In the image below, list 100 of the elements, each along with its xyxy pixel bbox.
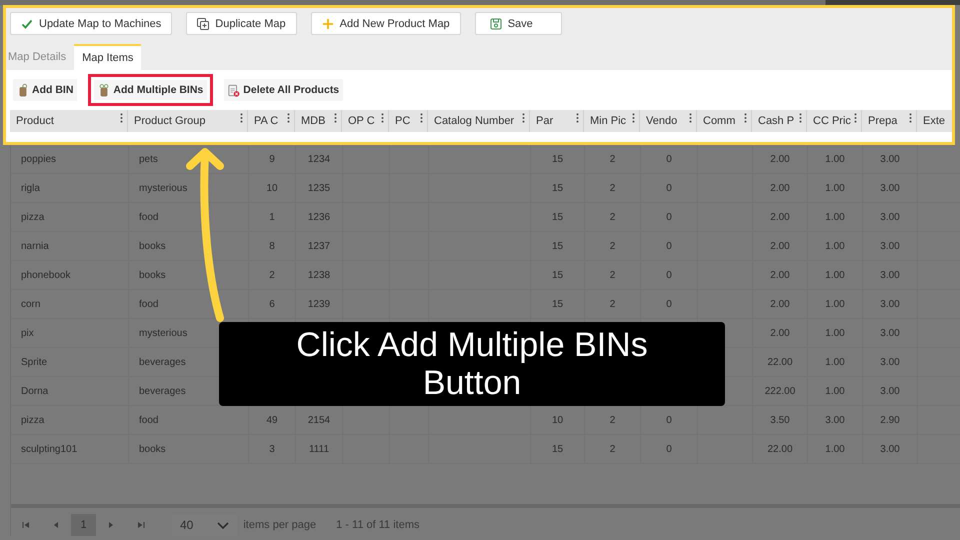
table-cell: food (139, 212, 158, 222)
table-cell: 10 (266, 182, 278, 194)
column-header[interactable]: PA C (254, 115, 278, 127)
column-header[interactable]: Product (16, 115, 54, 127)
plus-icon (322, 18, 334, 30)
table-cell: 2 (269, 270, 275, 280)
table-cell: 222.00 (764, 386, 796, 396)
grid-toolbar-button[interactable]: Delete All Products (224, 79, 344, 101)
table-cell: 2 (610, 270, 616, 280)
table-cell: pizza (21, 414, 44, 426)
toolbar-button[interactable]: Save (474, 12, 562, 35)
column-header[interactable]: PC (395, 115, 410, 127)
chevron-down-icon (217, 522, 230, 528)
table-cell: 15 (552, 154, 564, 164)
column-header[interactable]: Product Group (134, 115, 206, 127)
table-cell: 10 (552, 414, 564, 426)
column-header[interactable]: Cash P (758, 115, 794, 127)
table-cell: 3.00 (880, 270, 900, 280)
table-cell: 15 (552, 444, 564, 454)
table-cell: 15 (552, 182, 564, 194)
save-icon (490, 18, 502, 30)
table-cell: books (139, 240, 166, 252)
kebab-menu-icon[interactable] (799, 113, 802, 123)
table-cell: narnia (21, 240, 49, 252)
grid-toolbar-button[interactable]: Add BIN (13, 79, 78, 101)
table-cell: 1.00 (825, 240, 845, 252)
table-cell: 2 (610, 444, 616, 454)
table-cell: 2 (610, 154, 616, 164)
table-cell: 8 (269, 240, 275, 252)
kebab-menu-icon[interactable] (576, 113, 579, 123)
toolbar-button[interactable]: Update Map to Machines (10, 12, 172, 35)
clipboard-delete-icon (228, 82, 240, 98)
table-cell: 1.00 (825, 182, 845, 194)
table-cell: 1.00 (825, 154, 845, 164)
table-cell: 1.00 (825, 444, 845, 454)
table-cell: 2.00 (770, 154, 790, 164)
toolbar-button[interactable]: Add New Product Map (310, 12, 461, 35)
table-cell: 2154 (308, 414, 330, 426)
kebab-menu-icon[interactable] (522, 113, 525, 123)
column-header[interactable]: Catalog Number (434, 115, 514, 127)
table-cell: 1 (269, 212, 275, 222)
table-cell: 3.00 (880, 154, 900, 164)
bag-icon (17, 82, 29, 98)
kebab-menu-icon[interactable] (420, 113, 423, 123)
table-cell: 2.00 (770, 212, 790, 222)
column-header[interactable]: CC Pric (813, 115, 851, 127)
table-cell: 3 (269, 444, 275, 454)
last-page-icon[interactable] (137, 521, 145, 529)
table-cell: 3.00 (880, 182, 900, 194)
table-cell: 3.00 (880, 212, 900, 222)
table-cell: 6 (269, 298, 275, 310)
column-header[interactable]: Comm (703, 115, 736, 127)
check-icon (21, 18, 33, 30)
table-cell: rigla (21, 182, 40, 194)
table-cell: 1.00 (825, 298, 845, 310)
table-cell: phonebook (21, 270, 70, 280)
grid-toolbar-button[interactable]: Add Multiple BINs (88, 74, 214, 106)
table-cell: 1111 (308, 444, 330, 454)
table-cell: 2 (610, 212, 616, 222)
table-cell: 22.00 (767, 444, 793, 454)
tab[interactable]: Map Items (74, 44, 142, 70)
table-cell: 1.00 (825, 356, 845, 368)
table-cell: Dorna (21, 386, 48, 396)
kebab-menu-icon[interactable] (334, 113, 337, 123)
kebab-menu-icon[interactable] (381, 113, 384, 123)
column-header[interactable]: Par (536, 115, 554, 127)
previous-page-icon[interactable] (52, 521, 60, 529)
kebab-menu-icon[interactable] (854, 113, 857, 123)
column-header[interactable]: Exte (923, 115, 946, 127)
table-cell: 0 (666, 154, 672, 164)
table-cell: 15 (552, 270, 564, 280)
table-cell: 0 (666, 182, 672, 194)
kebab-menu-icon[interactable] (240, 113, 243, 123)
table-cell: poppies (21, 154, 56, 164)
column-header[interactable]: Prepa (868, 115, 898, 127)
column-header[interactable]: Min Pic (590, 115, 626, 127)
kebab-menu-icon[interactable] (744, 113, 747, 123)
pager-summary: 1 - 11 of 11 items (336, 519, 420, 531)
table-cell: corn (21, 298, 40, 310)
table-cell: 3.00 (880, 386, 900, 396)
kebab-menu-icon[interactable] (287, 113, 290, 123)
table-cell: 2 (610, 182, 616, 194)
kebab-menu-icon[interactable] (632, 113, 635, 123)
first-page-icon[interactable] (22, 521, 30, 529)
table-cell: 1236 (308, 212, 330, 222)
table-cell: 0 (666, 240, 672, 252)
column-header[interactable]: Vendo (646, 115, 678, 127)
table-cell: beverages (139, 386, 186, 396)
table-cell: 0 (666, 298, 672, 310)
table-cell: 3.00 (880, 444, 900, 454)
next-page-icon[interactable] (107, 521, 115, 529)
kebab-menu-icon[interactable] (689, 113, 692, 123)
page-size-label: items per page (243, 519, 316, 531)
column-header[interactable]: OP C (348, 115, 375, 127)
column-header[interactable]: MDB (301, 115, 326, 127)
kebab-menu-icon[interactable] (120, 113, 123, 123)
kebab-menu-icon[interactable] (909, 113, 912, 123)
table-cell: food (139, 414, 158, 426)
table-cell: 3.00 (880, 298, 900, 310)
toolbar-button[interactable]: Duplicate Map (186, 12, 297, 35)
